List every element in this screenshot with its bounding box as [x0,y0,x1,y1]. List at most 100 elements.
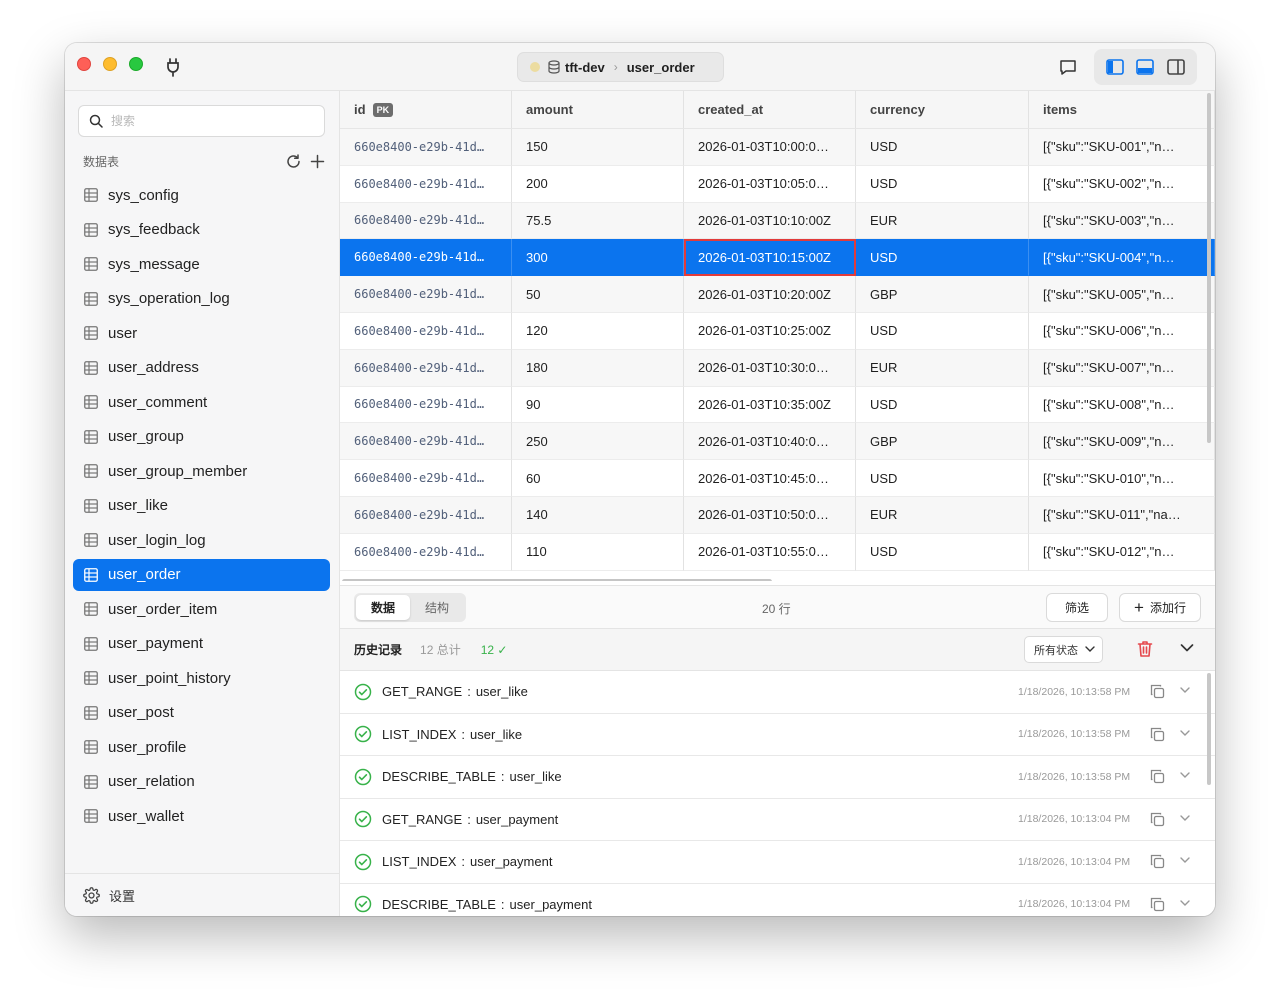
cell-items[interactable]: [{"sku":"SKU-011","na… [1029,496,1215,534]
table-row[interactable]: 660e8400-e29b-41d… 140 2026-01-03T10:50:0…… [340,496,1215,534]
cell-amount[interactable]: 200 [512,165,684,203]
history-item[interactable]: GET_RANGE: user_payment 1/18/2026, 10:13:0… [340,798,1215,841]
sidebar-item-user-order-item[interactable]: user_order_item [73,593,330,625]
copy-icon[interactable] [1150,854,1165,869]
history-scrollbar[interactable] [1207,673,1211,785]
cell-items[interactable]: [{"sku":"SKU-007","n… [1029,349,1215,387]
cell-created-at[interactable]: 2026-01-03T10:05:0… [684,165,856,203]
cell-currency[interactable]: USD [856,460,1029,497]
cell-amount[interactable]: 50 [512,276,684,313]
cell-currency[interactable]: USD [856,386,1029,424]
table-row[interactable]: 660e8400-e29b-41d… 75.5 2026-01-03T10:10:0… [340,202,1215,240]
zoom-window-button[interactable] [129,57,143,71]
cell-amount[interactable]: 180 [512,349,684,387]
cell-id[interactable]: 660e8400-e29b-41d… [340,165,512,203]
table-row[interactable]: 660e8400-e29b-41d… 200 2026-01-03T10:05:0…… [340,165,1215,203]
minimize-window-button[interactable] [103,57,117,71]
search-input[interactable] [111,114,311,128]
table-row[interactable]: 660e8400-e29b-41d… 90 2026-01-03T10:35:00Z… [340,386,1215,424]
cell-created-at[interactable]: 2026-01-03T10:25:00Z [684,312,856,350]
cell-items[interactable]: [{"sku":"SKU-010","n… [1029,460,1215,497]
cell-items[interactable]: [{"sku":"SKU-008","n… [1029,386,1215,424]
cell-amount[interactable]: 110 [512,533,684,571]
table-row[interactable]: 660e8400-e29b-41d… 300 2026-01-03T10:15:00… [340,239,1215,277]
cell-id[interactable]: 660e8400-e29b-41d… [340,386,512,424]
cell-id[interactable]: 660e8400-e29b-41d… [340,129,512,166]
breadcrumb-connection[interactable]: tft-dev [565,60,605,75]
sidebar-item-user-comment[interactable]: user_comment [73,386,330,418]
cell-amount[interactable]: 150 [512,129,684,166]
cell-amount[interactable]: 60 [512,460,684,497]
column-header-currency[interactable]: currency [856,91,1029,128]
cell-id[interactable]: 660e8400-e29b-41d… [340,276,512,313]
cell-id[interactable]: 660e8400-e29b-41d… [340,496,512,534]
column-header-items[interactable]: items [1029,91,1215,128]
chevron-down-icon[interactable] [1180,687,1190,694]
chevron-down-icon[interactable] [1180,814,1190,822]
cell-currency[interactable]: USD [856,239,1029,277]
close-window-button[interactable] [77,57,91,71]
table-row[interactable]: 660e8400-e29b-41d… 150 2026-01-03T10:00:0…… [340,129,1215,166]
breadcrumb[interactable]: tft-dev › user_order [517,52,724,82]
copy-icon[interactable] [1150,897,1165,912]
sidebar-item-user-order[interactable]: user_order [73,558,330,591]
cell-created-at[interactable]: 2026-01-03T10:10:00Z [684,202,856,240]
cell-currency[interactable]: GBP [856,423,1029,461]
chevron-down-icon[interactable] [1180,857,1190,864]
column-header-created-at[interactable]: created_at [684,91,856,128]
cell-currency[interactable]: USD [856,533,1029,571]
chat-icon[interactable] [1059,58,1077,76]
collapse-panel-icon[interactable] [1180,643,1194,653]
sidebar-item-user-group-member[interactable]: user_group_member [73,455,330,487]
cell-created-at[interactable]: 2026-01-03T10:50:0… [684,496,856,534]
cell-currency[interactable]: GBP [856,276,1029,313]
sidebar-item-sys-message[interactable]: sys_message [73,248,330,280]
chevron-down-icon[interactable] [1180,729,1190,737]
copy-icon[interactable] [1150,684,1165,699]
cell-id[interactable]: 660e8400-e29b-41d… [340,312,512,350]
table-row[interactable]: 660e8400-e29b-41d… 250 2026-01-03T10:40:0…… [340,423,1215,461]
cell-items[interactable]: [{"sku":"SKU-012","n… [1029,533,1215,571]
table-row[interactable]: 660e8400-e29b-41d… 120 2026-01-03T10:25:00… [340,312,1215,350]
cell-items[interactable]: [{"sku":"SKU-009","n… [1029,423,1215,461]
sidebar-item-user-relation[interactable]: user_relation [73,766,330,798]
table-row[interactable]: 660e8400-e29b-41d… 180 2026-01-03T10:30:0…… [340,349,1215,387]
sidebar-item-user-login-log[interactable]: user_login_log [73,524,330,556]
history-item[interactable]: LIST_INDEX: user_like 1/18/2026, 10:13:58 … [340,713,1215,756]
search-box[interactable] [78,105,325,137]
copy-icon[interactable] [1150,812,1165,827]
add-table-icon[interactable] [310,153,325,170]
cell-items[interactable]: [{"sku":"SKU-003","n… [1029,202,1215,240]
cell-id[interactable]: 660e8400-e29b-41d… [340,349,512,387]
column-header-amount[interactable]: amount [512,91,684,128]
filter-button[interactable]: 筛选 [1046,593,1108,622]
sidebar-item-user-profile[interactable]: user_profile [73,731,330,763]
refresh-icon[interactable] [285,153,302,170]
column-header-id[interactable]: id PK [340,91,512,128]
sidebar-item-user-point-history[interactable]: user_point_history [73,662,330,694]
cell-currency[interactable]: EUR [856,496,1029,534]
table-row[interactable]: 660e8400-e29b-41d… 110 2026-01-03T10:55:0…… [340,533,1215,571]
sidebar-item-user-post[interactable]: user_post [73,697,330,729]
sidebar-item-sys-config[interactable]: sys_config [73,179,330,211]
cell-created-at[interactable]: 2026-01-03T10:45:0… [684,460,856,497]
cell-items[interactable]: [{"sku":"SKU-002","n… [1029,165,1215,203]
history-item[interactable]: DESCRIBE_TABLE: user_payment 1/18/2026, 10… [340,883,1215,916]
cell-created-at[interactable]: 2026-01-03T10:15:00Z [684,239,856,277]
sidebar-item-user-wallet[interactable]: user_wallet [73,800,330,832]
cell-items[interactable]: [{"sku":"SKU-004","n… [1029,239,1215,277]
cell-items[interactable]: [{"sku":"SKU-006","n… [1029,312,1215,350]
settings-button[interactable]: 设置 [65,873,340,916]
cell-currency[interactable]: EUR [856,349,1029,387]
cell-currency[interactable]: USD [856,312,1029,350]
history-item[interactable]: DESCRIBE_TABLE: user_like 1/18/2026, 10:13… [340,756,1215,799]
cell-id[interactable]: 660e8400-e29b-41d… [340,423,512,461]
tab-structure[interactable]: 结构 [410,595,464,620]
sidebar-item-sys-operation-log[interactable]: sys_operation_log [73,283,330,315]
toggle-right-panel-button[interactable] [1163,54,1189,80]
sidebar-item-user-group[interactable]: user_group [73,421,330,453]
chevron-down-icon[interactable] [1180,899,1190,907]
add-row-button[interactable]: + 添加行 [1119,593,1201,622]
toggle-bottom-panel-button[interactable] [1132,54,1158,80]
grid-horizontal-scrollbar[interactable] [342,579,772,581]
